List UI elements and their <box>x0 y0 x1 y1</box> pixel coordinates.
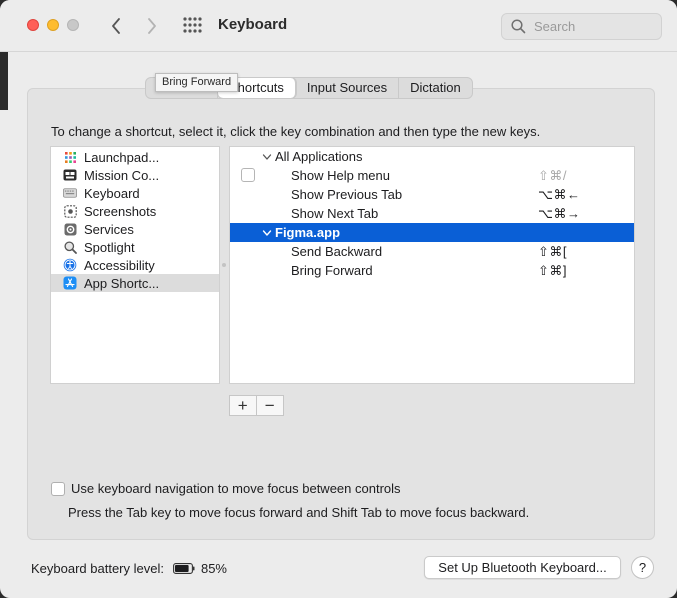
launchpad-icon <box>63 150 77 164</box>
category-item-launchpad[interactable]: Launchpad... <box>51 148 219 166</box>
shortcut-row[interactable]: Show Previous Tab ⌥⌘← <box>230 185 634 204</box>
tab-input-sources[interactable]: Input Sources <box>296 78 400 98</box>
shortcut-label: Show Next Tab <box>291 206 379 221</box>
shortcut-keys[interactable]: ⇧⌘/ <box>538 168 567 184</box>
category-item-accessibility[interactable]: Accessibility <box>51 256 219 274</box>
tooltip: Bring Forward <box>155 73 239 92</box>
shortcut-label: Show Previous Tab <box>291 187 403 202</box>
setup-bluetooth-keyboard-button[interactable]: Set Up Bluetooth Keyboard... <box>424 556 621 579</box>
shortcut-row[interactable]: Send Backward ⇧⌘[ <box>230 242 634 261</box>
forward-button[interactable] <box>141 14 163 38</box>
keyboard-navigation-checkbox[interactable] <box>51 481 65 496</box>
shortcut-row[interactable]: Show Next Tab ⌥⌘→ <box>230 204 634 223</box>
category-item-keyboard[interactable]: Keyboard <box>51 184 219 202</box>
category-label: Screenshots <box>84 203 157 219</box>
shortcut-label: Bring Forward <box>291 263 373 278</box>
close-window-button[interactable] <box>27 19 39 31</box>
toolbar: Keyboard <box>0 0 677 52</box>
gear-icon <box>63 222 77 236</box>
shortcut-keys[interactable]: ⌥⌘← <box>538 187 580 203</box>
battery-value: 85% <box>200 561 227 576</box>
shortcut-keys[interactable]: ⇧⌘[ <box>538 244 567 260</box>
category-item-screenshots[interactable]: Screenshots <box>51 202 219 220</box>
back-button[interactable] <box>105 14 127 38</box>
category-item-app-shortcuts[interactable]: App Shortc... <box>51 274 219 292</box>
group-label: All Applications <box>275 149 363 164</box>
category-label: Services <box>84 221 134 237</box>
group-label: Figma.app <box>275 225 341 240</box>
desktop-edge <box>0 52 8 110</box>
app-store-icon <box>63 276 77 290</box>
minimize-window-button[interactable] <box>47 19 59 31</box>
keyboard-navigation-option[interactable]: Use keyboard navigation to move focus be… <box>51 481 401 496</box>
chevron-left-icon <box>112 18 120 34</box>
instructions-text: To change a shortcut, select it, click t… <box>51 124 541 139</box>
grid-icon <box>183 17 202 33</box>
search-input[interactable] <box>532 18 652 35</box>
tab-dictation[interactable]: Dictation <box>399 78 472 98</box>
add-shortcut-button[interactable]: + <box>230 396 257 415</box>
accessibility-icon <box>63 258 77 272</box>
category-label: Mission Co... <box>84 167 160 183</box>
category-label: Keyboard <box>84 185 140 201</box>
keyboard-navigation-hint: Press the Tab key to move focus forward … <box>68 505 530 520</box>
keyboard-icon <box>63 186 77 200</box>
remove-shortcut-button[interactable]: − <box>257 396 283 415</box>
keyboard-navigation-label: Use keyboard navigation to move focus be… <box>71 481 401 496</box>
shortcut-label: Send Backward <box>291 244 383 259</box>
category-list[interactable]: Launchpad... Mission Co... Keyboard Scre… <box>50 146 220 384</box>
shortcut-keys[interactable]: ⇧⌘] <box>538 263 567 279</box>
shortcut-row[interactable]: Bring Forward ⇧⌘] <box>230 261 634 280</box>
chevron-down-icon[interactable] <box>262 152 272 162</box>
battery-icon <box>173 563 195 574</box>
category-label: App Shortc... <box>84 275 160 291</box>
window-title: Keyboard <box>218 16 288 33</box>
chevron-right-icon <box>148 18 156 34</box>
spotlight-icon <box>63 240 77 254</box>
show-all-button[interactable] <box>182 16 204 36</box>
shortcut-label: Show Help menu <box>291 168 390 183</box>
battery-label: Keyboard battery level: <box>31 561 164 576</box>
help-button[interactable]: ? <box>631 556 654 579</box>
group-row-all-applications[interactable]: All Applications <box>230 147 634 166</box>
category-item-services[interactable]: Services <box>51 220 219 238</box>
category-label: Accessibility <box>84 257 155 273</box>
chevron-down-icon[interactable] <box>262 228 272 238</box>
category-item-mission-control[interactable]: Mission Co... <box>51 166 219 184</box>
screenshot-icon <box>63 204 77 218</box>
category-label: Spotlight <box>84 239 135 255</box>
shortcut-enable-checkbox[interactable] <box>241 168 255 182</box>
search-icon <box>511 19 526 34</box>
search-field[interactable] <box>501 13 662 40</box>
mission-control-icon <box>63 168 77 182</box>
shortcut-keys[interactable]: ⌥⌘→ <box>538 206 580 222</box>
category-label: Launchpad... <box>84 149 160 165</box>
shortcut-row[interactable]: Show Help menu ⇧⌘/ <box>230 166 634 185</box>
battery-status: Keyboard battery level: 85% <box>31 561 227 576</box>
keyboard-preferences-window: Keyboard Text Shortcuts Input Sources Di… <box>0 0 677 598</box>
category-item-spotlight[interactable]: Spotlight <box>51 238 219 256</box>
split-view-handle[interactable] <box>222 263 226 267</box>
shortcuts-table[interactable]: All Applications Show Help menu ⇧⌘/ Show… <box>229 146 635 384</box>
group-row-figma[interactable]: Figma.app <box>230 223 634 242</box>
zoom-window-button[interactable] <box>67 19 79 31</box>
add-remove-control: + − <box>229 395 284 416</box>
